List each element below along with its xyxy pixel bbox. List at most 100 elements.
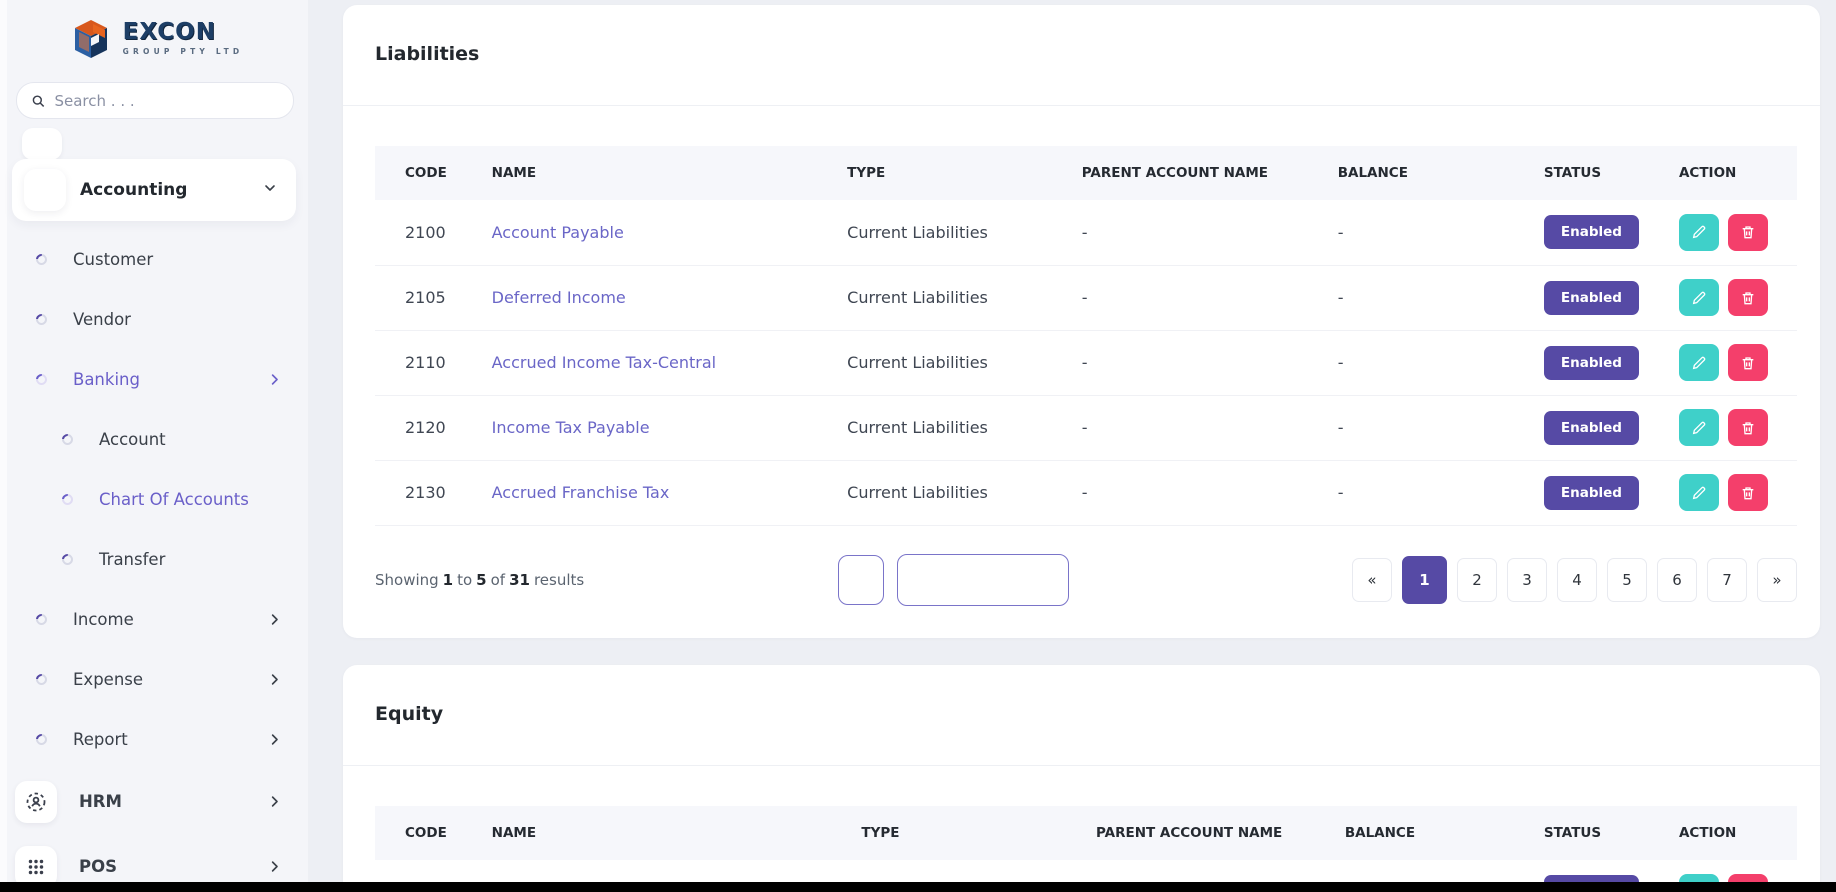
trash-icon bbox=[1740, 290, 1756, 306]
brand-logo[interactable]: EXCON GROUP PTY LTD bbox=[0, 0, 308, 70]
col-code: CODE bbox=[375, 146, 482, 200]
bullet-ring-icon bbox=[34, 611, 49, 626]
sidebar-item-customer[interactable]: Customer bbox=[0, 229, 308, 289]
chevron-right-icon bbox=[267, 672, 282, 687]
cell-balance: - bbox=[1328, 460, 1534, 525]
account-name-link[interactable]: Deferred Income bbox=[492, 288, 626, 307]
col-action: ACTION bbox=[1669, 806, 1797, 860]
cell-balance: - bbox=[1328, 200, 1534, 265]
pagination-page-button[interactable]: 1 bbox=[1402, 556, 1447, 604]
status-badge: Enabled bbox=[1544, 215, 1639, 249]
account-name-link[interactable]: Income Tax Payable bbox=[492, 418, 650, 437]
delete-button[interactable] bbox=[1728, 344, 1768, 381]
pagination-page-button[interactable]: 3 bbox=[1507, 558, 1547, 602]
pagination-page-button[interactable]: 2 bbox=[1457, 558, 1497, 602]
delete-button[interactable] bbox=[1728, 474, 1768, 511]
sidebar-item-label: Chart Of Accounts bbox=[99, 490, 282, 509]
equity-title: Equity bbox=[343, 665, 1820, 765]
sidebar-item-income[interactable]: Income bbox=[0, 589, 308, 649]
cell-parent: - bbox=[1072, 395, 1328, 460]
pencil-icon bbox=[1691, 224, 1707, 240]
pagination-page-button[interactable]: 6 bbox=[1657, 558, 1697, 602]
equity-table: CODE NAME TYPE PARENT ACCOUNT NAME BALAN… bbox=[375, 806, 1797, 892]
trash-icon bbox=[1740, 420, 1756, 436]
sidebar-item-banking[interactable]: Banking bbox=[0, 349, 308, 409]
bullet-ring-icon bbox=[60, 551, 75, 566]
screen-bottom-bar bbox=[0, 882, 1836, 892]
pagination-prev-button[interactable]: « bbox=[1352, 558, 1392, 602]
col-parent: PARENT ACCOUNT NAME bbox=[1086, 806, 1335, 860]
liabilities-table: CODE NAME TYPE PARENT ACCOUNT NAME BALAN… bbox=[375, 146, 1797, 526]
cell-code: 2130 bbox=[375, 460, 482, 525]
sidebar-item-vendor[interactable]: Vendor bbox=[0, 289, 308, 349]
sidebar-item-transfer[interactable]: Transfer bbox=[0, 529, 308, 589]
pencil-icon bbox=[1691, 420, 1707, 436]
search-input[interactable] bbox=[54, 92, 279, 110]
liabilities-card: Liabilities CODE NAME TYPE PARENT ACCOUN… bbox=[343, 5, 1820, 638]
trash-icon bbox=[1740, 224, 1756, 240]
liabilities-title: Liabilities bbox=[343, 5, 1820, 105]
trash-icon bbox=[1740, 485, 1756, 501]
sidebar-item-label: POS bbox=[79, 857, 245, 876]
edit-button[interactable] bbox=[1679, 474, 1719, 511]
sidebar-item-label: Vendor bbox=[73, 310, 282, 329]
edit-button[interactable] bbox=[1679, 344, 1719, 381]
cell-code: 2110 bbox=[375, 330, 482, 395]
sidebar-item-label: Report bbox=[73, 730, 241, 749]
account-name-link[interactable]: Accrued Franchise Tax bbox=[492, 483, 670, 502]
cell-code: 2100 bbox=[375, 200, 482, 265]
cell-balance: - bbox=[1328, 395, 1534, 460]
bullet-ring-icon bbox=[34, 311, 49, 326]
pagination-page-button[interactable]: 5 bbox=[1607, 558, 1647, 602]
col-balance: BALANCE bbox=[1335, 806, 1534, 860]
delete-button[interactable] bbox=[1728, 279, 1768, 316]
table-header-row: CODE NAME TYPE PARENT ACCOUNT NAME BALAN… bbox=[375, 806, 1797, 860]
status-badge: Enabled bbox=[1544, 281, 1639, 315]
pagination-page-button[interactable]: 4 bbox=[1557, 558, 1597, 602]
table-row: 2110 Accrued Income Tax-Central Current … bbox=[375, 330, 1797, 395]
sidebar-item-account[interactable]: Account bbox=[0, 409, 308, 469]
account-name-link[interactable]: Account Payable bbox=[492, 223, 624, 242]
pencil-icon bbox=[1691, 355, 1707, 371]
equity-card: Equity CODE NAME TYPE PARENT ACCOUNT NAM… bbox=[343, 665, 1820, 892]
sidebar-item-label: HRM bbox=[79, 792, 245, 811]
col-action: ACTION bbox=[1669, 146, 1797, 200]
bullet-ring-icon bbox=[60, 431, 75, 446]
filter-select[interactable] bbox=[897, 554, 1069, 606]
status-badge: Enabled bbox=[1544, 411, 1639, 445]
chevron-right-icon bbox=[267, 372, 282, 387]
chevron-right-icon bbox=[267, 612, 282, 627]
account-name-link[interactable]: Accrued Income Tax-Central bbox=[492, 353, 716, 372]
sidebar-item-label: Accounting bbox=[80, 180, 248, 200]
sidebar-item-accounting[interactable]: Accounting bbox=[12, 159, 296, 221]
sidebar-item-report[interactable]: Report bbox=[0, 709, 308, 769]
brand-cube-icon bbox=[65, 12, 117, 64]
sidebar-item-expense[interactable]: Expense bbox=[0, 649, 308, 709]
cell-type: Current Liabilities bbox=[837, 330, 1072, 395]
pencil-icon bbox=[1691, 485, 1707, 501]
page-size-select[interactable] bbox=[838, 555, 884, 605]
edit-button[interactable] bbox=[1679, 409, 1719, 446]
search-icon bbox=[31, 93, 45, 109]
bullet-ring-icon bbox=[34, 251, 49, 266]
pagination-next-button[interactable]: » bbox=[1757, 558, 1797, 602]
sidebar-item-label: Account bbox=[99, 430, 282, 449]
delete-button[interactable] bbox=[1728, 214, 1768, 251]
cell-parent: - bbox=[1072, 330, 1328, 395]
sidebar-item-hrm[interactable]: HRM bbox=[0, 769, 308, 834]
table-row: 2100 Account Payable Current Liabilities… bbox=[375, 200, 1797, 265]
sidebar-item-chart-of-accounts[interactable]: Chart Of Accounts bbox=[0, 469, 308, 529]
bullet-ring-icon bbox=[34, 731, 49, 746]
sidebar-search[interactable] bbox=[16, 82, 294, 119]
chevron-down-icon bbox=[262, 180, 278, 200]
edit-button[interactable] bbox=[1679, 279, 1719, 316]
edit-button[interactable] bbox=[1679, 214, 1719, 251]
sidebar-item-label: Income bbox=[73, 610, 241, 629]
col-parent: PARENT ACCOUNT NAME bbox=[1072, 146, 1328, 200]
pagination-page-button[interactable]: 7 bbox=[1707, 558, 1747, 602]
cell-balance: - bbox=[1328, 330, 1534, 395]
col-balance: BALANCE bbox=[1328, 146, 1534, 200]
delete-button[interactable] bbox=[1728, 409, 1768, 446]
results-summary: Showing1to5of31results bbox=[375, 571, 588, 589]
bullet-ring-icon bbox=[60, 491, 75, 506]
